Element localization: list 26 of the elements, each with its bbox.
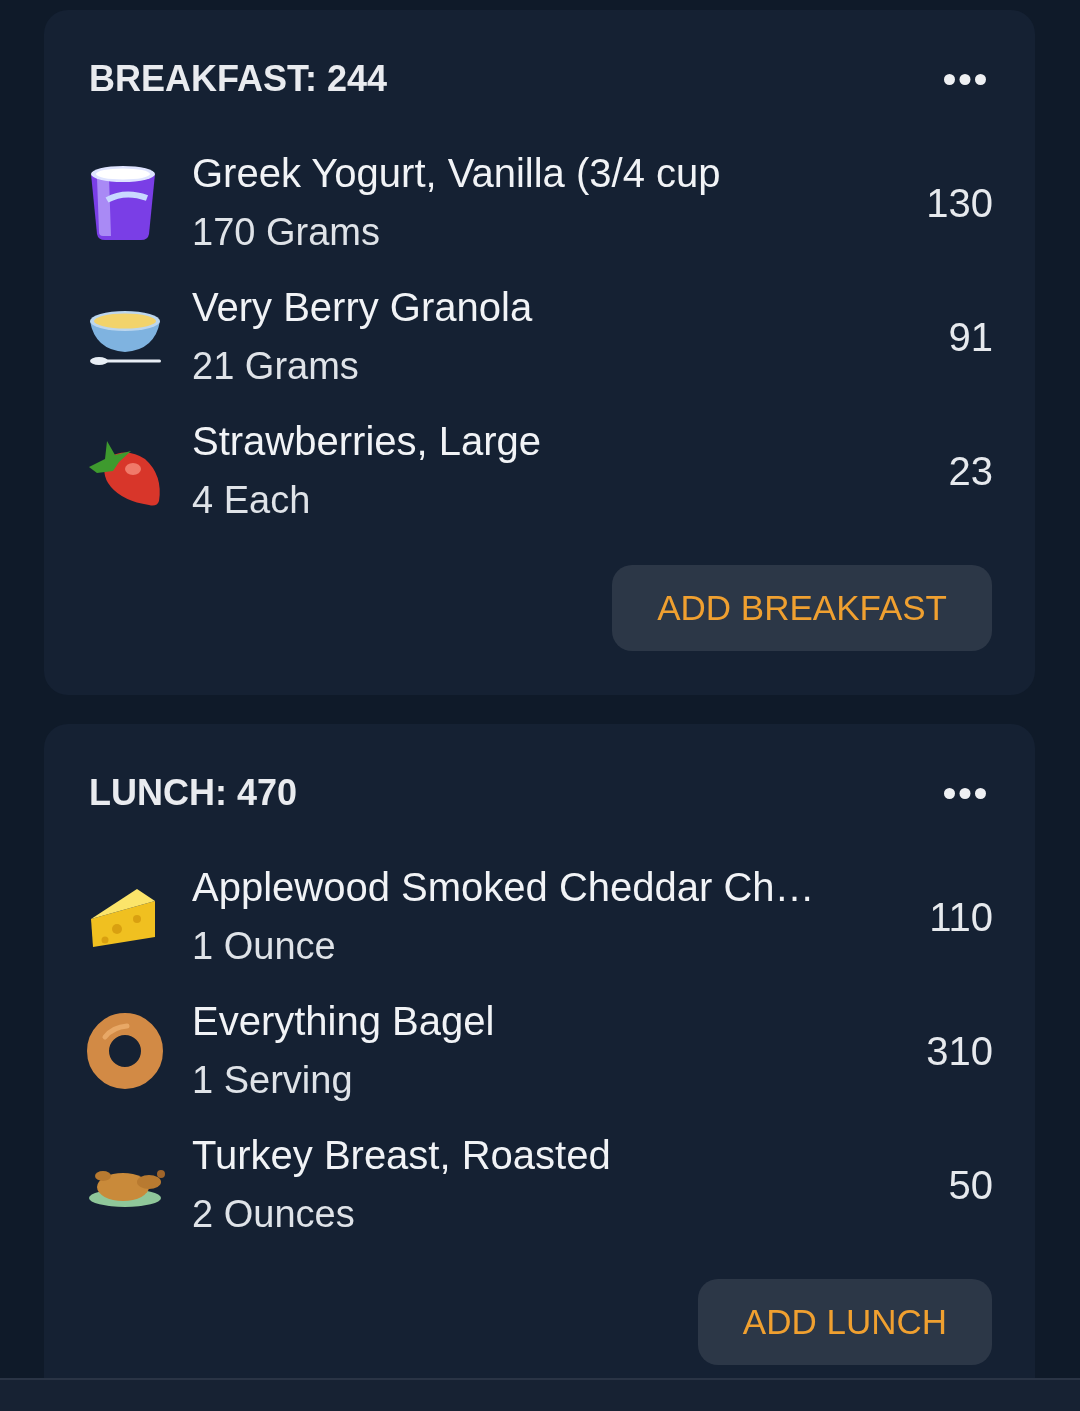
add-food-button[interactable]: ADD LUNCH [697,1279,992,1365]
food-name: Everything Bagel [192,998,495,1045]
more-icon[interactable] [944,73,986,85]
meal-title: LUNCH: 470 [89,771,298,815]
add-food-button[interactable]: ADD BREAKFAST [612,565,992,651]
calories: 310 [926,1028,993,1074]
calories: 91 [948,314,993,360]
food-name: Greek Yogurt, Vanilla (3/4 cup [192,150,721,197]
food-name: Turkey Breast, Roasted [192,1132,611,1179]
calories: 50 [948,1162,993,1208]
calories: 110 [929,894,993,940]
serving-size: 2 Ounces [192,1192,355,1237]
meal-title: BREAKFAST: 244 [89,57,388,101]
serving-size: 21 Grams [192,344,359,389]
bagel-icon [87,1013,163,1089]
serving-size: 4 Each [192,478,311,523]
serving-size: 170 Grams [192,210,380,255]
cereal-bowl-icon [87,308,163,366]
food-name: Very Berry Granola [192,284,533,331]
food-name: Strawberries, Large [192,418,542,465]
more-icon[interactable] [944,787,986,799]
calories: 23 [948,448,993,494]
calories: 130 [926,180,993,226]
serving-size: 1 Ounce [192,924,336,969]
serving-size: 1 Serving [192,1058,353,1103]
food-name: Applewood Smoked Cheddar Ch… [192,864,815,911]
